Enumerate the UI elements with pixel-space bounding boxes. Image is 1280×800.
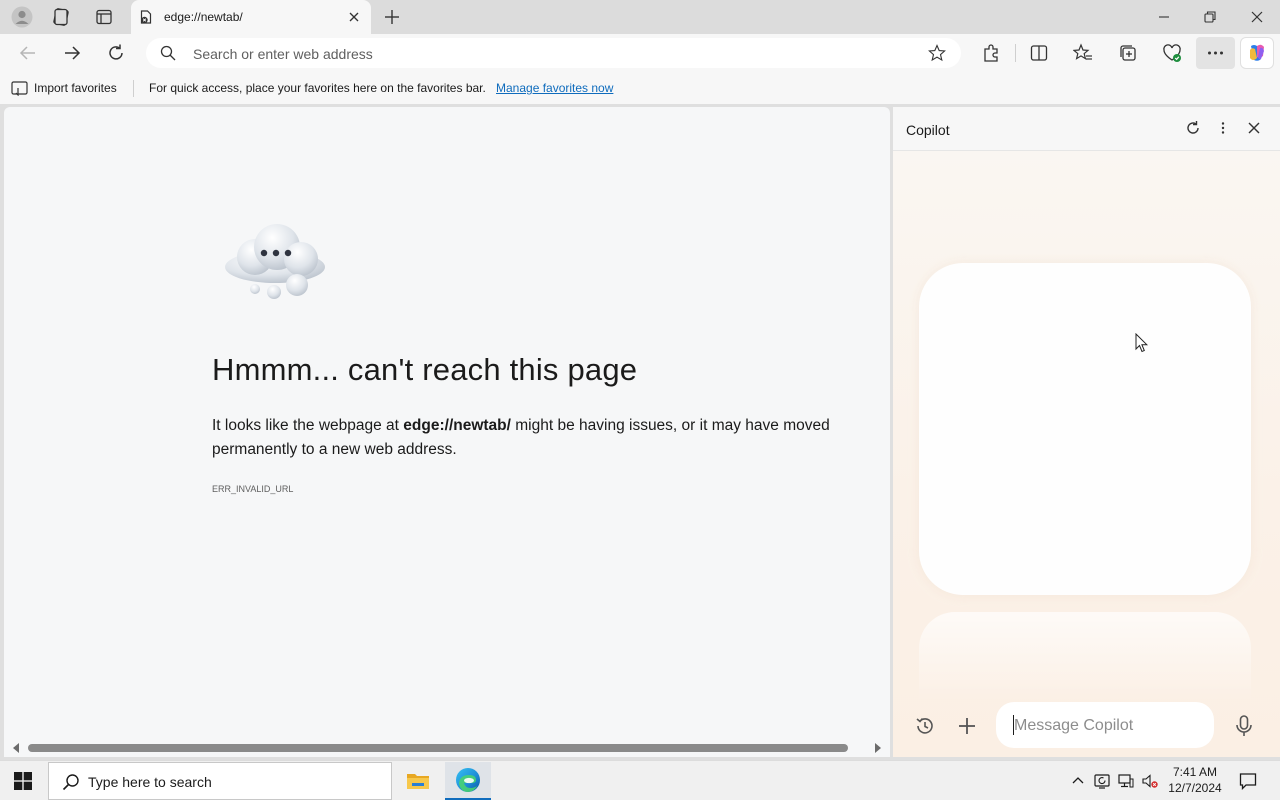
copilot-title: Copilot bbox=[906, 122, 950, 138]
network-icon[interactable] bbox=[1118, 773, 1134, 789]
scroll-right-icon[interactable] bbox=[873, 742, 883, 754]
refresh-copilot-icon[interactable] bbox=[1185, 120, 1201, 136]
split-screen-icon[interactable] bbox=[1029, 43, 1049, 63]
collections-icon[interactable] bbox=[1118, 43, 1138, 63]
forward-icon[interactable] bbox=[60, 41, 84, 65]
favorites-divider bbox=[133, 80, 134, 97]
clock-date: 12/7/2024 bbox=[1168, 781, 1222, 795]
tab-newtab[interactable]: edge://newtab/ bbox=[131, 0, 371, 34]
restore-icon[interactable] bbox=[1199, 6, 1221, 28]
page-error-icon bbox=[140, 10, 152, 24]
update-tray-icon[interactable] bbox=[1094, 773, 1110, 789]
show-hidden-icons-chevron-up-icon[interactable] bbox=[1070, 773, 1086, 789]
favorites-hint: For quick access, place your favorites h… bbox=[149, 81, 486, 95]
address-bar[interactable]: Search or enter web address bbox=[146, 38, 961, 68]
plus-icon bbox=[959, 718, 975, 734]
error-cloud-illustration bbox=[225, 224, 325, 299]
new-chat-button[interactable] bbox=[951, 710, 983, 742]
settings-and-more-button[interactable] bbox=[1196, 37, 1235, 69]
copilot-loading-card bbox=[919, 263, 1251, 595]
address-placeholder: Search or enter web address bbox=[193, 46, 373, 62]
back-icon[interactable] bbox=[16, 41, 40, 65]
search-icon bbox=[160, 45, 176, 61]
error-description: It looks like the webpage at edge://newt… bbox=[212, 414, 880, 462]
toolbar-divider bbox=[1015, 44, 1016, 62]
tab-actions-icon bbox=[96, 9, 112, 25]
error-description-prefix: It looks like the webpage at bbox=[212, 417, 404, 434]
favorites-bar: Import favorites For quick access, place… bbox=[0, 72, 1280, 104]
close-window-icon[interactable] bbox=[1246, 6, 1268, 28]
import-favorites-icon[interactable] bbox=[11, 80, 28, 96]
edge-browser-icon bbox=[456, 768, 480, 792]
message-copilot-input[interactable]: Message Copilot bbox=[996, 702, 1214, 748]
workspaces-icon bbox=[53, 8, 69, 26]
workspaces-button[interactable] bbox=[48, 5, 74, 29]
microphone-icon bbox=[1236, 715, 1252, 736]
profile-icon bbox=[11, 6, 33, 28]
navigation-toolbar: Search or enter web address bbox=[0, 34, 1280, 72]
import-favorites-button[interactable]: Import favorites bbox=[34, 81, 117, 95]
notifications-icon[interactable] bbox=[1239, 772, 1257, 790]
more-icon bbox=[1208, 51, 1223, 55]
history-icon bbox=[916, 717, 933, 734]
search-icon bbox=[62, 774, 79, 791]
error-title: Hmmm... can't reach this page bbox=[212, 352, 638, 387]
manage-favorites-link[interactable]: Manage favorites now bbox=[496, 81, 613, 95]
windows-start-icon[interactable] bbox=[14, 772, 32, 790]
taskbar-search-placeholder: Type here to search bbox=[88, 774, 212, 790]
scroll-left-icon[interactable] bbox=[11, 742, 21, 754]
copilot-icon bbox=[1250, 44, 1264, 61]
favorites-icon[interactable] bbox=[1073, 43, 1093, 63]
copilot-pane: Copilot Message Copilot bbox=[893, 107, 1280, 757]
profile-button[interactable] bbox=[9, 5, 35, 29]
system-clock[interactable]: 7:41 AM 12/7/2024 bbox=[1160, 764, 1230, 796]
close-tab-icon[interactable] bbox=[346, 9, 362, 25]
error-url: edge://newtab/ bbox=[403, 417, 511, 434]
horizontal-scrollbar[interactable] bbox=[4, 739, 890, 757]
folder-icon bbox=[407, 774, 429, 789]
windows-taskbar: Type here to search 7:41 AM 12/7/2024 bbox=[0, 760, 1280, 800]
copilot-loading-card-secondary bbox=[919, 612, 1251, 702]
vertical-tabs-button[interactable] bbox=[91, 5, 117, 29]
copilot-toolbar-button[interactable] bbox=[1240, 37, 1274, 69]
clock-time: 7:41 AM bbox=[1172, 765, 1218, 779]
add-favorite-star-icon[interactable] bbox=[928, 44, 946, 62]
copilot-header: Copilot bbox=[893, 107, 1280, 151]
minimize-icon[interactable] bbox=[1153, 6, 1175, 28]
file-explorer-taskbar-button[interactable] bbox=[395, 762, 441, 800]
edge-taskbar-button[interactable] bbox=[445, 762, 491, 800]
history-button[interactable] bbox=[909, 710, 941, 742]
new-tab-icon[interactable] bbox=[381, 6, 403, 28]
extensions-icon[interactable] bbox=[981, 43, 1001, 63]
voice-input-button[interactable] bbox=[1228, 710, 1260, 742]
tab-strip: edge://newtab/ bbox=[0, 0, 1280, 34]
browser-essentials-icon[interactable] bbox=[1162, 43, 1182, 63]
refresh-icon[interactable] bbox=[104, 41, 128, 65]
copilot-composer: Message Copilot bbox=[893, 702, 1280, 757]
message-placeholder: Message Copilot bbox=[1014, 717, 1134, 734]
scrollbar-thumb[interactable] bbox=[28, 744, 848, 752]
mouse-pointer-icon bbox=[1135, 333, 1149, 353]
error-code: ERR_INVALID_URL bbox=[212, 484, 294, 494]
close-pane-icon[interactable] bbox=[1246, 120, 1262, 136]
taskbar-search-box[interactable]: Type here to search bbox=[48, 762, 392, 800]
volume-muted-icon[interactable] bbox=[1142, 773, 1158, 789]
tab-title: edge://newtab/ bbox=[164, 10, 243, 24]
more-options-icon[interactable] bbox=[1215, 120, 1231, 136]
